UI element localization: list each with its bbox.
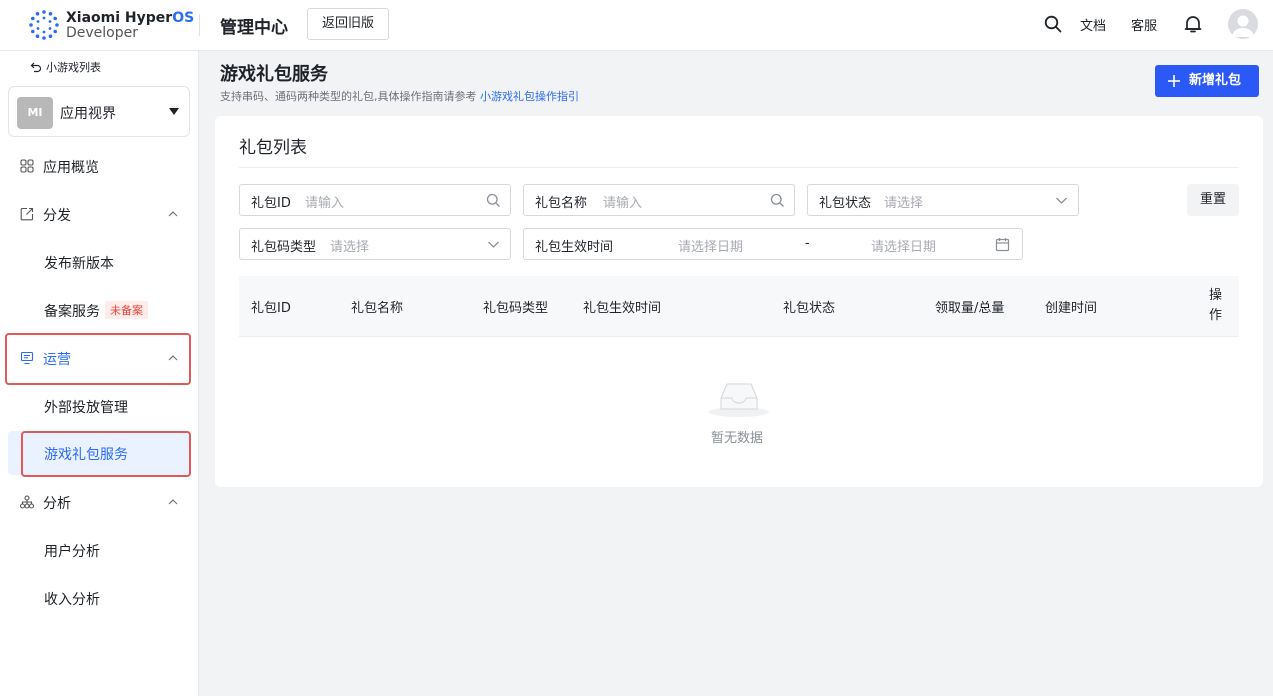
sidebar-item-external-ads[interactable]: 外部投放管理 bbox=[0, 386, 199, 426]
column-header: 创建时间 bbox=[1045, 301, 1098, 316]
column-header: 礼包名称 bbox=[351, 301, 404, 316]
grid-icon bbox=[20, 159, 34, 173]
app-name: 应用视界 bbox=[60, 106, 116, 122]
calendar-icon bbox=[995, 238, 1010, 252]
gift-status-select[interactable]: 礼包状态 请选择 bbox=[807, 184, 1079, 216]
sidebar-item-analysis[interactable]: 分析 bbox=[0, 482, 199, 522]
sidebar-item-label: 分析 bbox=[43, 496, 71, 512]
back-link-label: 小游戏列表 bbox=[46, 61, 101, 74]
sidebar-item-user-analysis[interactable]: 用户分析 bbox=[0, 530, 199, 570]
start-date-placeholder[interactable]: 请选择日期 bbox=[678, 236, 743, 255]
app-icon: MI bbox=[17, 97, 53, 129]
column-header: 操作 bbox=[1209, 288, 1223, 323]
guide-link[interactable]: 小游戏礼包操作指引 bbox=[480, 90, 579, 103]
filter-placeholder: 请选择 bbox=[884, 196, 924, 211]
column-header: 礼包生效时间 bbox=[583, 301, 662, 316]
sidebar-item-revenue-analysis[interactable]: 收入分析 bbox=[0, 578, 199, 618]
sidebar-item-label: 用户分析 bbox=[44, 544, 100, 560]
app-selector[interactable]: MI 应用视界 bbox=[8, 86, 190, 137]
sidebar-item-label: 发布新版本 bbox=[44, 256, 114, 272]
docs-link[interactable]: 文档 bbox=[1080, 15, 1106, 34]
share-icon bbox=[20, 207, 34, 221]
bell-icon[interactable] bbox=[1184, 14, 1202, 34]
add-gift-button[interactable]: 新增礼包 bbox=[1155, 65, 1259, 97]
return-old-version-button[interactable]: 返回旧版 bbox=[307, 8, 389, 40]
page-title: 管理中心 bbox=[220, 18, 288, 38]
hyperos-logo-icon[interactable] bbox=[28, 9, 60, 41]
gift-name-filter[interactable]: 礼包名称 请输入 bbox=[523, 184, 795, 216]
chevron-down-icon bbox=[488, 241, 499, 248]
add-gift-label: 新增礼包 bbox=[1189, 73, 1242, 88]
search-icon bbox=[770, 193, 784, 207]
section-title: 游戏礼包服务 bbox=[220, 64, 328, 85]
end-date-placeholder[interactable]: 请选择日期 bbox=[871, 236, 936, 255]
org-chart-icon bbox=[20, 495, 34, 509]
chevron-up-icon bbox=[168, 211, 178, 217]
chevron-down-icon bbox=[1056, 197, 1067, 204]
back-to-minigame-list-link[interactable]: 小游戏列表 bbox=[30, 59, 101, 75]
sidebar-item-distribution[interactable]: 分发 bbox=[0, 194, 199, 234]
sidebar: 小游戏列表 MI 应用视界 应用概览 分发 发布新版本 备案服务 未备案 运营 … bbox=[0, 51, 199, 696]
date-separator: - bbox=[805, 236, 810, 251]
sidebar-item-filing-service[interactable]: 备案服务 未备案 bbox=[0, 290, 199, 330]
divider bbox=[199, 14, 200, 36]
column-header: 礼包状态 bbox=[783, 301, 836, 316]
caret-down-icon bbox=[169, 108, 179, 115]
sidebar-item-overview[interactable]: 应用概览 bbox=[0, 146, 199, 186]
avatar[interactable] bbox=[1228, 9, 1258, 39]
search-icon[interactable] bbox=[1044, 15, 1062, 33]
search-icon bbox=[486, 193, 500, 207]
divider bbox=[239, 167, 1239, 168]
filter-placeholder: 请输入 bbox=[305, 196, 345, 211]
filter-label: 礼包状态 bbox=[819, 196, 872, 211]
filter-placeholder: 请选择 bbox=[330, 240, 370, 255]
sidebar-item-publish-version[interactable]: 发布新版本 bbox=[0, 242, 199, 282]
reset-button[interactable]: 重置 bbox=[1187, 184, 1239, 216]
sidebar-item-label: 备案服务 bbox=[44, 304, 100, 320]
gift-list-card: 礼包列表 礼包ID 请输入 礼包名称 请输入 礼包状态 请选择 重置 礼包码类型… bbox=[215, 116, 1263, 487]
chevron-up-icon bbox=[168, 499, 178, 505]
sidebar-item-label: 分发 bbox=[43, 208, 71, 224]
filter-label: 礼包码类型 bbox=[251, 240, 317, 255]
status-badge: 未备案 bbox=[105, 301, 148, 319]
section-subtitle: 支持串码、通码两种类型的礼包,具体操作指南请参考 小游戏礼包操作指引 bbox=[220, 90, 579, 103]
empty-state-text: 暂无数据 bbox=[711, 431, 764, 446]
highlight-box-gift-service bbox=[21, 431, 191, 477]
gift-id-filter[interactable]: 礼包ID 请输入 bbox=[239, 184, 511, 216]
brand-subtitle: Developer bbox=[66, 25, 139, 41]
table-header: 礼包ID 礼包名称 礼包码类型 礼包生效时间 礼包状态 领取量/总量 创建时间 … bbox=[239, 276, 1239, 337]
sidebar-item-label: 应用概览 bbox=[43, 160, 99, 176]
filter-placeholder: 请输入 bbox=[603, 196, 643, 211]
sidebar-item-label: 外部投放管理 bbox=[44, 400, 128, 416]
column-header: 礼包码类型 bbox=[483, 301, 549, 316]
highlight-box-operations bbox=[5, 333, 191, 385]
brand-name: Xiaomi HyperOS bbox=[66, 10, 195, 26]
filter-label: 礼包生效时间 bbox=[535, 240, 614, 255]
back-arrow-icon bbox=[30, 62, 42, 73]
filter-label: 礼包ID bbox=[251, 196, 291, 211]
effective-time-range-picker[interactable]: 礼包生效时间 请选择日期 - 请选择日期 bbox=[523, 228, 1023, 260]
plus-icon bbox=[1168, 75, 1180, 87]
user-icon bbox=[1232, 15, 1254, 37]
column-header: 领取量/总量 bbox=[935, 301, 1005, 316]
card-title: 礼包列表 bbox=[239, 138, 307, 158]
top-bar: Xiaomi HyperOS Developer 管理中心 返回旧版 文档 客服 bbox=[0, 0, 1273, 51]
empty-inbox-icon bbox=[709, 383, 769, 417]
filter-label: 礼包名称 bbox=[535, 196, 588, 211]
sidebar-item-label: 收入分析 bbox=[44, 592, 100, 608]
customer-service-link[interactable]: 客服 bbox=[1131, 15, 1157, 34]
column-header: 礼包ID bbox=[251, 301, 291, 316]
code-type-select[interactable]: 礼包码类型 请选择 bbox=[239, 228, 511, 260]
